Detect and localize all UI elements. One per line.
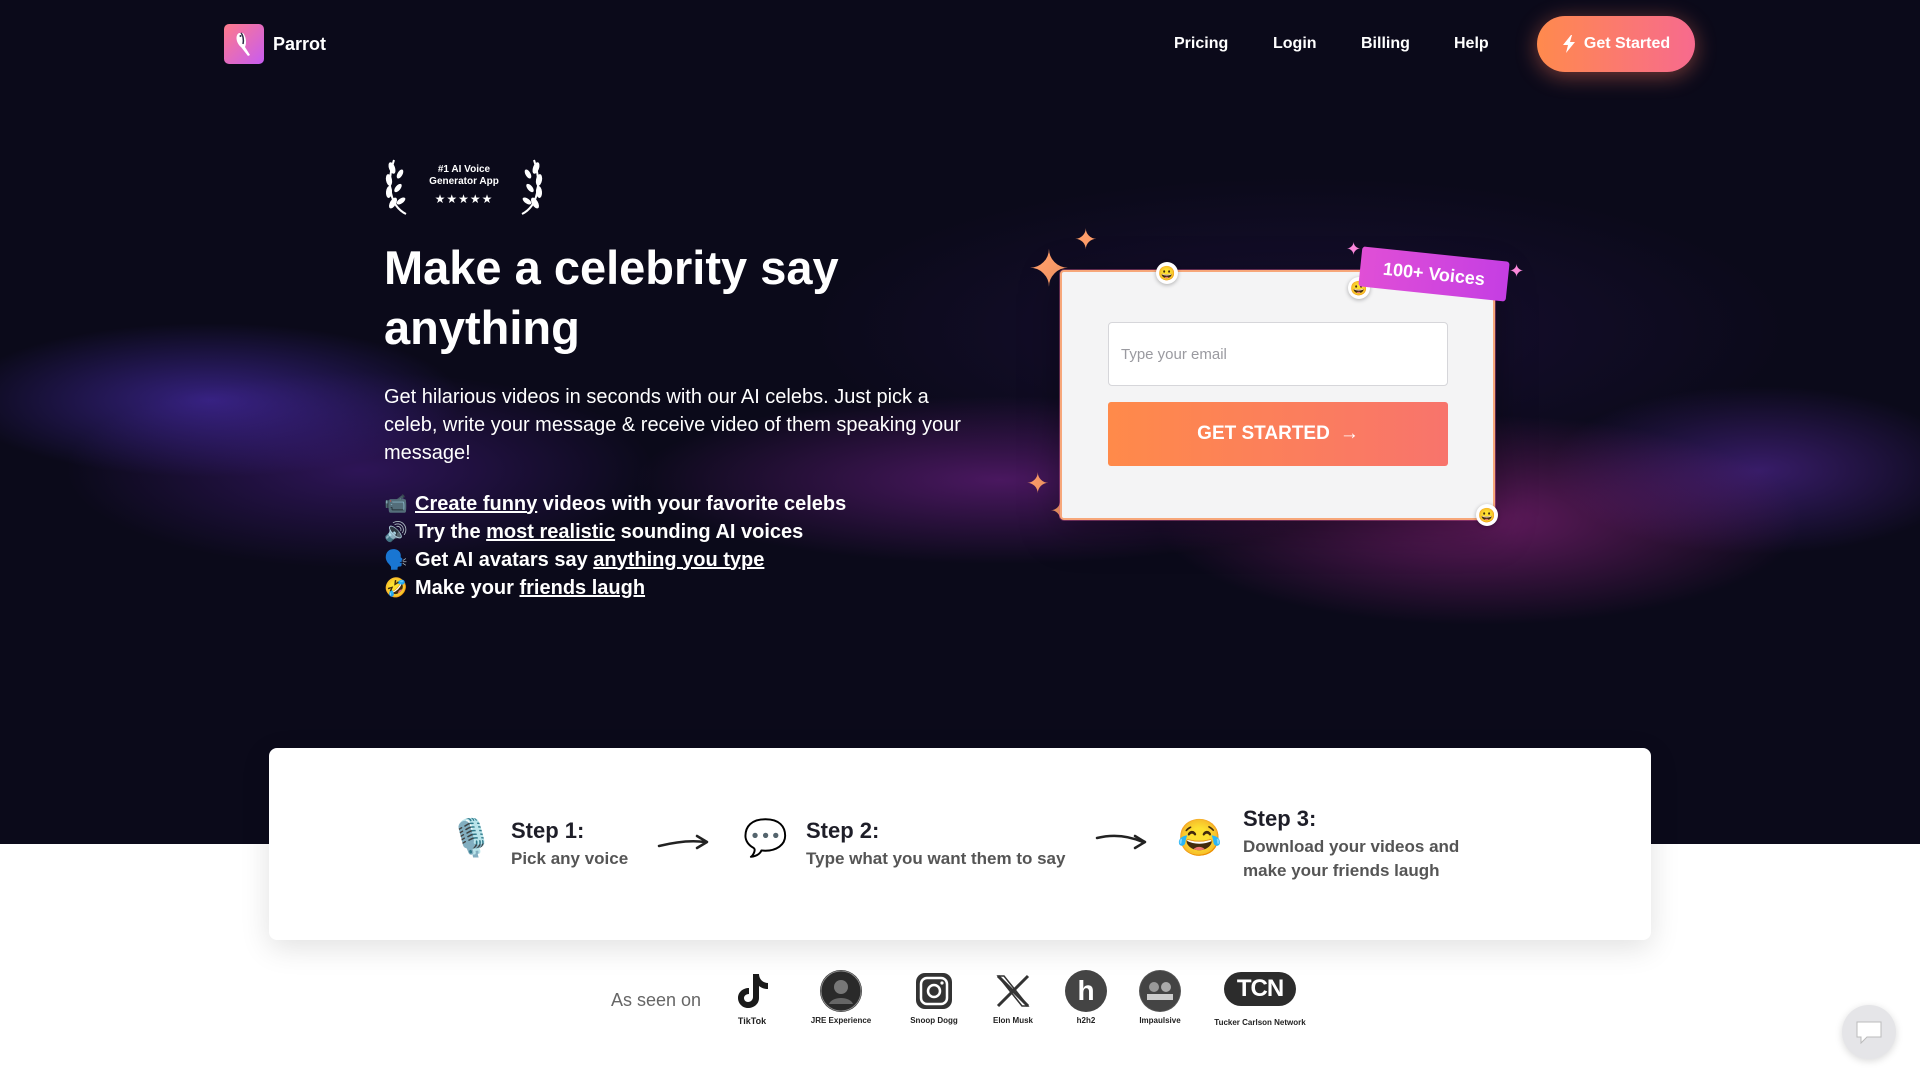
smiley-icon: 😀: [1476, 504, 1498, 526]
feature-item: 🗣️ Get AI avatars say anything you type: [384, 548, 765, 572]
smiley-icon: 😀: [1156, 262, 1178, 284]
nav-billing[interactable]: Billing: [1361, 35, 1410, 53]
sparkle-icon: ✦: [1346, 239, 1362, 259]
clapper-icon: 📹: [384, 494, 408, 515]
logo-link[interactable]: Parrot: [224, 24, 326, 64]
chat-icon: [1856, 1021, 1882, 1045]
laurel-left-icon: [385, 159, 407, 215]
signup-get-started-button[interactable]: GET STARTED →: [1108, 402, 1448, 466]
rofl-icon: 🤣: [384, 578, 408, 599]
seen-on-h2h2: h h2h2: [1046, 970, 1126, 1025]
get-started-label: Get Started: [1583, 35, 1671, 52]
top-nav: Parrot Pricing Login Billing Help Get St…: [0, 0, 1920, 88]
feature-item: 🔊 Try the most realistic sounding AI voi…: [384, 520, 804, 544]
brand-name: Parrot: [273, 33, 327, 54]
award-badge: #1 AI Voice Generator App ★★★★★: [384, 154, 544, 218]
feature-list: 📹 Create funny videos with your favorite…: [384, 490, 1024, 602]
feature-link[interactable]: friends laugh: [519, 577, 645, 600]
sparkle-icon: ✦: [1509, 261, 1525, 281]
arrow-right-icon: [1095, 834, 1147, 850]
seen-on-x: Elon Musk: [973, 970, 1053, 1025]
step-desc: Type what you want them to say: [806, 849, 1066, 868]
feature-item: 📹 Create funny videos with your favorite…: [384, 492, 847, 516]
nav-help[interactable]: Help: [1454, 35, 1489, 53]
get-started-button[interactable]: Get Started: [1537, 16, 1695, 72]
award-stars: ★★★★★: [434, 192, 494, 206]
feature-item: 🤣 Make your friends laugh: [384, 576, 646, 600]
hero-subtitle: Get hilarious videos in seconds with our…: [384, 386, 961, 464]
signup-cta-label: GET STARTED: [1197, 423, 1330, 444]
chat-widget-button[interactable]: [1842, 1005, 1896, 1059]
feature-link[interactable]: most realistic: [486, 521, 615, 544]
jre-icon: [820, 970, 862, 1012]
step-title: Step 2:: [806, 818, 880, 843]
step-title: Step 3:: [1243, 806, 1317, 831]
speech-bubble-icon: 💬: [743, 817, 788, 858]
tiktok-icon: [731, 970, 773, 1012]
feature-link[interactable]: Create funny: [415, 493, 537, 516]
step-desc: Pick any voice: [511, 849, 629, 868]
feature-link[interactable]: anything you type: [593, 549, 764, 572]
nav-pricing[interactable]: Pricing: [1174, 35, 1228, 53]
seen-on-tcn: TCN Tucker Carlson Network: [1200, 970, 1320, 1027]
step-title: Step 1:: [511, 818, 585, 843]
hero-title: Make a celebrity say anything: [384, 241, 839, 354]
parrot-logo-icon: [224, 24, 264, 64]
signup-card-panel: GET STARTED →: [1060, 270, 1495, 520]
x-icon: [992, 970, 1034, 1012]
instagram-icon: [913, 970, 955, 1012]
sparkle-icon: ✦: [1026, 468, 1050, 499]
impaulsive-icon: [1139, 970, 1181, 1012]
tcn-icon: TCN: [1224, 972, 1296, 1006]
seen-on-impaulsive: Impaulsive: [1120, 970, 1200, 1025]
arrow-right-icon: →: [1339, 423, 1359, 444]
as-seen-on-label: As seen on: [611, 990, 702, 1010]
speaker-icon: 🔊: [384, 522, 408, 543]
seen-on-instagram: Snoop Dogg: [894, 970, 974, 1025]
email-input[interactable]: [1108, 322, 1448, 386]
laurel-right-icon: [521, 159, 543, 215]
steps-panel: 🎙️ Step 1: Pick any voice 💬 Step 2: Type…: [269, 748, 1651, 940]
award-text: #1 AI Voice Generator App: [429, 164, 499, 187]
seen-on-tiktok: TikTok: [712, 970, 792, 1026]
seen-on-jre: JRE Experience: [801, 970, 881, 1025]
nav-login[interactable]: Login: [1273, 35, 1317, 53]
sparkle-icon: ✦: [1074, 224, 1098, 255]
lightning-icon: [1562, 35, 1575, 53]
microphone-icon: 🎙️: [449, 817, 494, 858]
h2h2-icon: h: [1065, 970, 1107, 1012]
speaking-head-icon: 🗣️: [384, 550, 408, 571]
arrow-right-icon: [657, 834, 709, 850]
step-desc: Download your videos and make your frien…: [1243, 837, 1460, 880]
signup-card: GET STARTED →: [1060, 270, 1495, 520]
laughing-icon: 😂: [1177, 817, 1222, 858]
